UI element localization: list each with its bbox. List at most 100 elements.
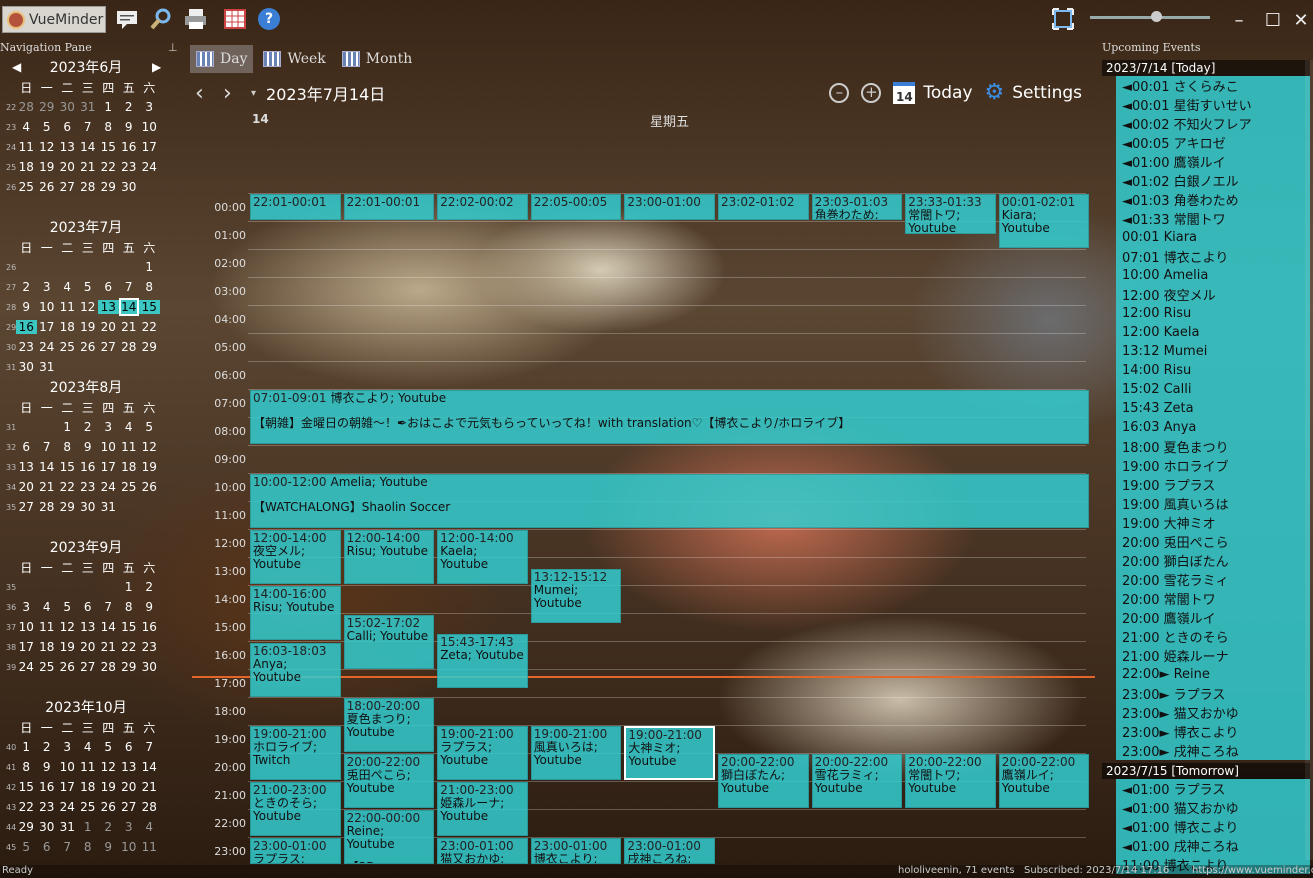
calendar-event[interactable]: 23:00-01:00 [624, 194, 715, 220]
mini-calendar-day[interactable]: 25 [37, 660, 58, 674]
mini-calendar-day[interactable]: 5 [16, 840, 37, 854]
mini-calendar-day[interactable]: 2 [37, 740, 58, 754]
mini-calendar-title[interactable]: 2023年6月 [0, 57, 172, 77]
mini-calendar-day[interactable]: 30 [57, 100, 78, 114]
mini-calendar-day[interactable]: 29 [98, 180, 119, 194]
mini-calendar-day[interactable]: 18 [119, 460, 140, 474]
mini-calendar-day[interactable]: 16 [119, 140, 140, 154]
next-month-icon[interactable]: ▶ [152, 60, 161, 74]
calendar-event[interactable]: 23:00-01:00 博衣こより; [530, 838, 622, 864]
mini-calendar-day[interactable]: 6 [119, 740, 140, 754]
mini-calendar-day[interactable]: 12 [139, 440, 160, 454]
mini-calendar-day[interactable]: 3 [57, 740, 78, 754]
upcoming-item[interactable]: 19:00 風真いろは [1116, 494, 1310, 513]
upcoming-item[interactable]: ◄01:00 鷹嶺ルイ [1116, 152, 1310, 171]
app-menu-button[interactable]: VueMinder [2, 6, 106, 33]
mini-calendar-day[interactable]: 4 [78, 740, 99, 754]
mini-calendar-day[interactable]: 9 [78, 440, 99, 454]
prev-month-icon[interactable]: ◀ [12, 60, 21, 74]
search-icon[interactable] [150, 8, 172, 30]
mini-calendar-day[interactable]: 27 [119, 800, 140, 814]
mini-calendar-day[interactable]: 12 [78, 300, 99, 314]
mini-calendar-day[interactable]: 5 [57, 600, 78, 614]
calendar-event[interactable]: 12:00-14:00 夜空メル; Youtube [250, 530, 341, 584]
mini-calendar-title[interactable]: 2023年9月 [0, 537, 172, 557]
upcoming-item[interactable]: 23:00► 猫又おかゆ [1116, 703, 1310, 722]
mini-calendar-day[interactable]: 13 [16, 460, 37, 474]
zoom-in-icon[interactable]: + [861, 82, 882, 103]
mini-calendar-day[interactable]: 24 [98, 480, 119, 494]
upcoming-item[interactable]: 16:03 Anya [1116, 418, 1310, 437]
mini-calendar-day[interactable]: 7 [119, 280, 140, 294]
mini-calendar-day[interactable]: 21 [119, 320, 140, 334]
mini-calendar-day[interactable]: 15 [57, 460, 78, 474]
mini-calendar-day[interactable]: 23 [16, 340, 37, 354]
previous-day-icon[interactable]: ‹ [195, 81, 223, 106]
mini-calendar-day[interactable]: 14 [98, 620, 119, 634]
upcoming-item[interactable]: 12:00 Kaela [1116, 323, 1310, 342]
upcoming-item[interactable]: ◄00:01 さくらみこ [1116, 76, 1310, 95]
mini-calendar-day[interactable]: 9 [139, 600, 160, 614]
mini-calendar-day[interactable]: 10 [119, 840, 140, 854]
mini-calendar-day[interactable]: 11 [16, 140, 37, 154]
upcoming-item[interactable]: 23:00► 博衣こより [1116, 722, 1310, 741]
mini-calendar-day[interactable]: 14 [118, 298, 139, 316]
opacity-slider-track[interactable] [1090, 16, 1210, 19]
upcoming-item[interactable]: 15:02 Calli [1116, 380, 1310, 399]
mini-calendar-day[interactable]: 28 [78, 180, 99, 194]
mini-calendar-day[interactable]: 2 [119, 100, 140, 114]
mini-calendar-day[interactable]: 22 [119, 640, 140, 654]
mini-calendar-day[interactable]: 14 [78, 140, 99, 154]
mini-calendar-day[interactable]: 31 [98, 500, 119, 514]
mini-calendar-day[interactable]: 18 [16, 160, 37, 174]
calendar-event[interactable]: 20:00-22:00 雪花ラミィ; Youtube [811, 754, 903, 808]
mini-calendar-day[interactable]: 8 [16, 760, 37, 774]
mini-calendar-day[interactable]: 16 [37, 780, 58, 794]
calendar-event[interactable]: 23:00-01:00 ラプラス; [250, 838, 341, 864]
mini-calendar-day[interactable]: 11 [119, 440, 140, 454]
mini-calendar-day[interactable]: 3 [16, 600, 37, 614]
upcoming-item[interactable]: 23:00► 戌神ころね [1116, 741, 1310, 760]
mini-calendar-day[interactable]: 20 [16, 480, 37, 494]
mini-calendar-day[interactable]: 13 [57, 140, 78, 154]
mini-calendar-day[interactable]: 28 [98, 660, 119, 674]
mini-calendar-day[interactable]: 19 [57, 640, 78, 654]
mini-calendar-day[interactable]: 1 [16, 740, 37, 754]
mini-calendar-day[interactable]: 10 [139, 120, 160, 134]
upcoming-item[interactable]: ◄01:03 角巻わため [1116, 190, 1310, 209]
mini-calendar-day[interactable]: 19 [37, 160, 58, 174]
mini-calendar-day[interactable]: 2 [16, 280, 37, 294]
calendar-event[interactable]: 13:12-15:12 Mumei; Youtube [530, 569, 622, 624]
upcoming-item[interactable]: 10:00 Amelia [1116, 266, 1310, 285]
print-icon[interactable] [184, 8, 206, 30]
mini-calendar-day[interactable]: 6 [98, 280, 119, 294]
mini-calendar-day[interactable]: 11 [139, 840, 160, 854]
mini-calendar-day[interactable]: 8 [119, 600, 140, 614]
calendar-event[interactable]: 21:00-23:00 姫森ルーナ; Youtube [437, 782, 528, 836]
calendar-event[interactable]: 16:03-18:03 Anya; Youtube [250, 643, 341, 698]
mini-calendar-day[interactable]: 2 [78, 420, 99, 434]
calendar-event[interactable]: 12:00-14:00 Risu; Youtube [343, 530, 435, 584]
maximize-button[interactable]: ☐ [1263, 10, 1283, 31]
mini-calendar-day[interactable]: 6 [37, 840, 58, 854]
mini-calendar-day[interactable]: 12 [98, 760, 119, 774]
mini-calendar-day[interactable]: 16 [16, 320, 37, 334]
mini-calendar-day[interactable]: 15 [16, 780, 37, 794]
calendar-event[interactable]: 14:00-16:00 Risu; Youtube [250, 586, 341, 640]
mini-calendar-day[interactable]: 15 [119, 620, 140, 634]
mini-calendar-day[interactable]: 24 [139, 160, 160, 174]
mini-calendar-day[interactable]: 20 [78, 640, 99, 654]
upcoming-item[interactable]: 12:00 Risu [1116, 304, 1310, 323]
mini-calendar-day[interactable]: 20 [119, 780, 140, 794]
mini-calendar-day[interactable]: 28 [119, 340, 140, 354]
mini-calendar-day[interactable]: 11 [37, 620, 58, 634]
mini-calendar-day[interactable]: 27 [57, 180, 78, 194]
upcoming-scrollbar[interactable] [1305, 60, 1313, 860]
mini-calendar-day[interactable]: 30 [37, 820, 58, 834]
mini-calendar-day[interactable]: 10 [16, 620, 37, 634]
mini-calendar-day[interactable]: 17 [37, 320, 58, 334]
calendar-event[interactable]: 10:00-12:00 Amelia; Youtube 【WATCHALONG】Sh… [250, 474, 1090, 528]
upcoming-item[interactable]: 00:01 Kiara [1116, 228, 1310, 247]
mini-calendar-day[interactable]: 26 [57, 660, 78, 674]
status-url[interactable]: https://www.vueminder.com [1192, 865, 1313, 876]
